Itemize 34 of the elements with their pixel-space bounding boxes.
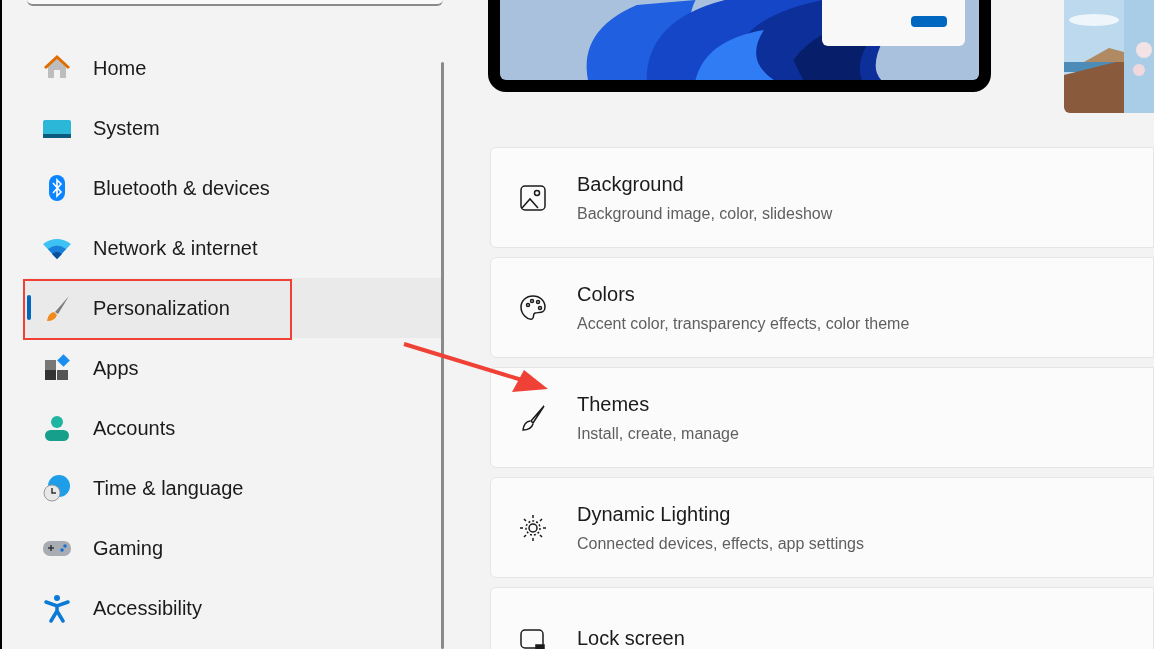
card-title: Dynamic Lighting: [577, 502, 732, 527]
sidebar-item[interactable]: Personalization: [25, 278, 441, 338]
globe-clock-icon: [42, 473, 72, 503]
sidebar-item[interactable]: Accessibility: [25, 578, 441, 638]
card-subtitle: Install, create, manage: [577, 424, 739, 444]
light-icon: [518, 512, 548, 543]
sidebar-item[interactable]: Home: [25, 38, 441, 98]
sidebar-item[interactable]: Time & language: [25, 458, 441, 518]
card-title: Themes: [577, 392, 651, 417]
card-title: Lock screen: [577, 625, 685, 649]
sidebar-item[interactable]: Gaming: [25, 518, 441, 578]
scrollbar[interactable]: [441, 62, 444, 649]
sidebar-item[interactable]: Apps: [25, 338, 441, 398]
sidebar-item[interactable]: System: [25, 98, 441, 158]
settings-card[interactable]: Background Background image, color, slideshow: [490, 147, 1154, 248]
settings-card[interactable]: Lock screen: [490, 587, 1154, 649]
sidebar-item[interactable]: Network & internet: [25, 218, 441, 278]
settings-card[interactable]: Colors Accent color, transparency effects, color theme: [490, 257, 1154, 358]
accessibility-icon: [42, 593, 72, 623]
selection-indicator: [27, 295, 31, 320]
sidebar-item[interactable]: Accounts: [25, 398, 441, 458]
card-title: Colors: [577, 282, 636, 307]
settings-card[interactable]: Themes Install, create, manage: [490, 367, 1154, 468]
button-preview: [911, 16, 947, 27]
card-subtitle: Accent color, transparency effects, color theme: [577, 314, 910, 334]
person-icon: [42, 413, 72, 443]
settings-card[interactable]: Dynamic Lighting Connected devices, effects, app settings: [490, 477, 1154, 578]
sidebar-item[interactable]: Bluetooth & devices: [25, 158, 441, 218]
apps-icon: [42, 353, 72, 383]
card-title: Background: [577, 172, 685, 197]
card-subtitle: Connected devices, effects, app settings: [577, 534, 864, 554]
palette-icon: [518, 292, 548, 323]
card-subtitle: Background image, color, slideshow: [577, 204, 833, 224]
image-icon: [518, 182, 548, 213]
